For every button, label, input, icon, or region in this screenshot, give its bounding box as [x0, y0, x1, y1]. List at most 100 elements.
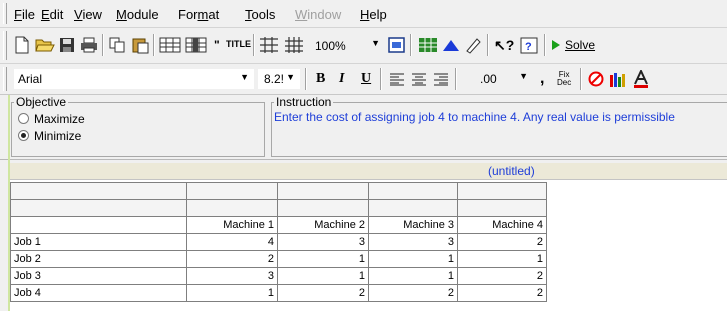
bold-button[interactable]: B [316, 71, 325, 87]
table-row: Job 1 4 3 3 2 [10, 233, 547, 251]
title-button[interactable]: TITLE [226, 39, 251, 49]
column-header[interactable]: Machine 2 [277, 216, 369, 234]
comma-button[interactable]: , [540, 70, 544, 88]
table-cell[interactable] [368, 199, 458, 217]
table-cell[interactable] [10, 199, 187, 217]
font-color-icon[interactable] [634, 70, 648, 88]
table-cell[interactable]: 1 [368, 250, 458, 268]
table-cell[interactable] [368, 182, 458, 200]
decimal-format-select[interactable]: .00 ▼ [462, 69, 532, 89]
solve-button[interactable]: Solve [551, 37, 595, 53]
objective-instruction-panel: Objective Maximize Minimize Instruction … [0, 95, 727, 160]
table-cell[interactable] [186, 199, 278, 217]
toolbar-separator [102, 34, 104, 56]
grid-rows-icon[interactable] [259, 36, 279, 54]
menu-help[interactable]: Help [360, 7, 387, 22]
menu-module[interactable]: Module [116, 7, 159, 22]
toolbar-separator [253, 34, 255, 56]
table-cell[interactable] [186, 182, 278, 200]
standard-toolbar: " TITLE 100% ▼ ↖? ? Solve [0, 28, 727, 64]
maximize-option[interactable]: Maximize [18, 110, 264, 127]
table-cell[interactable]: 3 [277, 233, 369, 251]
align-left-icon[interactable] [389, 73, 405, 86]
font-size-select[interactable]: 8.2! ▼ [258, 69, 300, 89]
font-select[interactable]: Arial ▼ [14, 69, 254, 89]
data-table: Machine 1 Machine 2 Machine 3 Machine 4 … [10, 182, 547, 302]
open-folder-icon[interactable] [35, 37, 55, 53]
instruction-group: Instruction Enter the cost of assigning … [271, 95, 727, 157]
table-cell[interactable]: 1 [277, 267, 369, 285]
menu-format[interactable]: Format [178, 7, 219, 22]
menu-file[interactable]: File [14, 7, 35, 22]
menu-bar-grip[interactable] [3, 3, 7, 24]
copy-icon[interactable] [109, 37, 126, 53]
align-right-icon[interactable] [433, 73, 449, 86]
chevron-down-icon: ▼ [286, 72, 295, 82]
column-header[interactable]: Machine 1 [186, 216, 278, 234]
table-cell[interactable] [277, 182, 369, 200]
grid-title-bar: (untitled) [10, 163, 727, 180]
table-row: Job 3 3 1 1 2 [10, 267, 547, 285]
window-icon[interactable] [388, 37, 405, 53]
context-help-icon[interactable]: ↖? [494, 37, 514, 54]
no-entry-icon[interactable] [588, 71, 604, 87]
table-cell[interactable]: 2 [457, 284, 547, 302]
row-header[interactable]: Job 4 [10, 284, 187, 302]
table-cell[interactable]: 4 [186, 233, 278, 251]
grid-columns-icon[interactable] [284, 36, 304, 54]
menu-view[interactable]: View [74, 7, 102, 22]
maximize-radio[interactable] [18, 113, 29, 124]
format-toolbar: Arial ▼ 8.2! ▼ B I U .00 ▼ , Fix Dec [0, 64, 727, 95]
help-icon[interactable]: ? [520, 37, 538, 54]
chart-grid-icon[interactable] [418, 37, 438, 53]
underline-button[interactable]: U [361, 71, 371, 87]
table-cell[interactable] [277, 199, 369, 217]
table-cell[interactable]: 2 [186, 250, 278, 268]
minimize-option[interactable]: Minimize [18, 127, 264, 144]
table-header-row: Machine 1 Machine 2 Machine 3 Machine 4 [10, 216, 547, 234]
print-icon[interactable] [80, 37, 98, 53]
toolbar-grip[interactable] [3, 67, 7, 91]
row-header[interactable]: Job 3 [10, 267, 187, 285]
objective-legend: Objective [16, 95, 67, 109]
column-header[interactable]: Machine 4 [457, 216, 547, 234]
align-center-icon[interactable] [411, 73, 427, 86]
table-cell[interactable] [457, 182, 547, 200]
menu-edit[interactable]: Edit [41, 7, 63, 22]
quote-icon[interactable]: " [214, 38, 220, 52]
row-header[interactable]: Job 1 [10, 233, 187, 251]
table-corner-cell[interactable] [10, 216, 187, 234]
insert-rows-icon[interactable] [159, 37, 181, 53]
fix-dec-button[interactable]: Fix Dec [557, 71, 571, 87]
table-cell[interactable]: 3 [186, 267, 278, 285]
table-cell[interactable]: 2 [368, 284, 458, 302]
italic-button[interactable]: I [339, 71, 344, 87]
table-cell[interactable]: 2 [277, 284, 369, 302]
menu-tools[interactable]: Tools [245, 7, 275, 22]
table-cell[interactable]: 1 [457, 250, 547, 268]
table-cell[interactable]: 1 [186, 284, 278, 302]
color-bars-icon[interactable] [609, 71, 629, 87]
row-header[interactable]: Job 2 [10, 250, 187, 268]
new-file-icon[interactable] [14, 36, 30, 54]
graph-icon[interactable] [442, 38, 460, 52]
toolbar-grip[interactable] [3, 31, 7, 60]
toolbar-separator [410, 34, 412, 56]
maximize-label: Maximize [34, 111, 85, 126]
save-icon[interactable] [59, 37, 75, 53]
zoom-select[interactable]: 100% ▼ [312, 36, 384, 56]
insert-columns-icon[interactable] [185, 37, 207, 53]
table-cell[interactable] [457, 199, 547, 217]
paste-icon[interactable] [131, 36, 149, 54]
table-cell[interactable]: 2 [457, 233, 547, 251]
table-cell[interactable]: 1 [277, 250, 369, 268]
table-cell[interactable]: 2 [457, 267, 547, 285]
table-cell[interactable]: 3 [368, 233, 458, 251]
minimize-radio[interactable] [18, 130, 29, 141]
table-cell[interactable]: 1 [368, 267, 458, 285]
toolbar-separator [544, 34, 546, 56]
edit-pen-icon[interactable] [464, 36, 482, 54]
column-header[interactable]: Machine 3 [368, 216, 458, 234]
table-cell[interactable] [10, 182, 187, 200]
toolbar-separator [580, 68, 582, 90]
